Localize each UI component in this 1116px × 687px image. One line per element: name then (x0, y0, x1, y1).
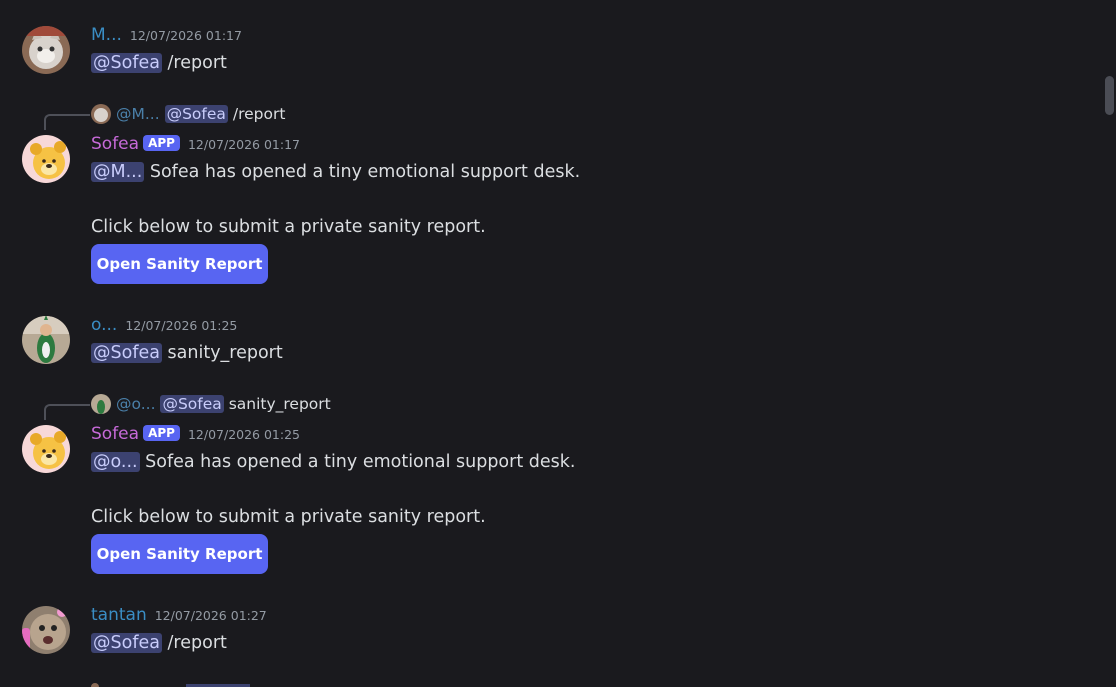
reply-author[interactable]: @o... (116, 395, 156, 413)
tantan-cat-avatar[interactable] (22, 606, 70, 654)
mention[interactable]: @Sofea (160, 395, 224, 413)
dino-costume-avatar[interactable] (22, 316, 70, 364)
message-content: @Sofea sanity_report (91, 342, 283, 364)
message-text: Sofea has opened a tiny emotional suppor… (144, 162, 581, 182)
reply-content: /report (227, 105, 286, 123)
reply-connector (44, 404, 90, 420)
scrollbar-thumb[interactable] (1105, 76, 1114, 115)
author-name[interactable]: Sofea (91, 424, 139, 444)
message-content: @Sofea /report (91, 632, 227, 654)
mention[interactable]: @Sofea (91, 343, 162, 363)
dino-costume-avatar (91, 394, 111, 414)
app-badge: APP (143, 425, 180, 441)
open-sanity-report-button[interactable]: Open Sanity Report (91, 534, 268, 574)
mention[interactable]: @Sofea (91, 633, 162, 653)
reply-connector (44, 114, 90, 130)
reply-text: @M... @Sofea /report (116, 104, 285, 124)
pooh-avatar[interactable] (22, 425, 70, 473)
timestamp: 12/07/2026 01:25 (187, 427, 300, 442)
timestamp: 12/07/2026 01:17 (129, 28, 242, 43)
reply-text: @o... @Sofea sanity_report (116, 394, 331, 414)
author-name[interactable]: o... (91, 315, 117, 335)
open-sanity-report-button[interactable]: Open Sanity Report (91, 244, 268, 284)
mention[interactable]: @Sofea (164, 105, 228, 123)
app-badge: APP (143, 135, 180, 151)
message-content: @Sofea /report (91, 52, 227, 74)
message-text: /report (161, 53, 227, 73)
message-content: @o... Sofea has opened a tiny emotional … (91, 451, 575, 473)
message-text-line2: Click below to submit a private sanity r… (91, 217, 486, 237)
mention[interactable]: @o... (91, 452, 140, 472)
mention[interactable]: @M... (91, 162, 145, 182)
username[interactable]: M... 12/07/2026 01:17 (91, 25, 242, 46)
cat-avatar (91, 104, 111, 124)
message-text: /report (161, 633, 227, 653)
username[interactable]: tantan 12/07/2026 01:27 (91, 605, 267, 626)
author-name[interactable]: Sofea (91, 134, 139, 154)
author-name[interactable]: tantan (91, 605, 147, 625)
message-text: sanity_report (161, 343, 283, 363)
timestamp: 12/07/2026 01:27 (154, 608, 267, 623)
author-name[interactable]: M... (91, 25, 122, 45)
reply-author[interactable]: @M... (116, 105, 160, 123)
mention[interactable]: @Sofea (91, 53, 162, 73)
timestamp: 12/07/2026 01:25 (125, 318, 238, 333)
reply-content: sanity_report (223, 395, 331, 413)
cat-avatar[interactable] (22, 26, 70, 74)
timestamp: 12/07/2026 01:17 (187, 137, 300, 152)
pooh-avatar[interactable] (22, 135, 70, 183)
partial-next-message (91, 683, 99, 687)
username[interactable]: Sofea APP 12/07/2026 01:17 (91, 134, 300, 155)
username[interactable]: Sofea APP 12/07/2026 01:25 (91, 424, 300, 445)
message-text: Sofea has opened a tiny emotional suppor… (139, 452, 576, 472)
username[interactable]: o... 12/07/2026 01:25 (91, 315, 237, 336)
message-content: @M... Sofea has opened a tiny emotional … (91, 161, 580, 183)
message-text-line2: Click below to submit a private sanity r… (91, 507, 486, 527)
